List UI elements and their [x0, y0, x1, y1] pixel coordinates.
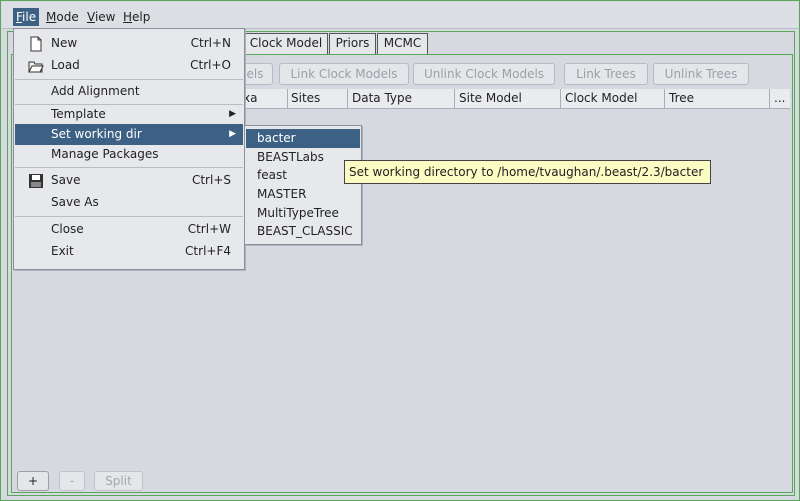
app-window: File Mode View Help Clock Model Priors M…: [0, 0, 800, 501]
file-menu: New Ctrl+N Load Ctrl+O Add Alignment Tem…: [13, 28, 245, 270]
column-header-sites[interactable]: Sites: [287, 89, 348, 109]
tab-mcmc[interactable]: MCMC: [377, 33, 428, 54]
menu-item-save[interactable]: Save Ctrl+S: [15, 170, 243, 191]
menu-mode[interactable]: Mode: [43, 8, 82, 26]
submenu-item-beast-classic[interactable]: BEAST_CLASSIC: [246, 222, 360, 241]
menubar: File Mode View Help: [2, 2, 798, 29]
unlink-trees-button[interactable]: Unlink Trees: [653, 63, 749, 85]
menu-file[interactable]: File: [13, 8, 40, 26]
menu-item-load[interactable]: Load Ctrl+O: [15, 55, 243, 76]
submenu-item-beastlabs[interactable]: BEASTLabs: [246, 148, 360, 167]
menu-separator: [15, 167, 243, 168]
submenu-item-master[interactable]: MASTER: [246, 185, 360, 204]
menu-item-template[interactable]: Template ▶: [15, 104, 243, 125]
menu-view[interactable]: View: [84, 8, 118, 26]
unlink-clock-models-button[interactable]: Unlink Clock Models: [413, 63, 555, 85]
menu-separator: [15, 79, 243, 80]
menu-item-set-working-dir[interactable]: Set working dir ▶: [15, 124, 243, 145]
tab-clock-model[interactable]: Clock Model: [244, 33, 328, 54]
menu-item-add-alignment[interactable]: Add Alignment: [15, 81, 243, 102]
submenu-arrow-icon: ▶: [229, 129, 236, 139]
submenu-item-multitypetree[interactable]: MultiTypeTree: [246, 204, 360, 223]
working-dir-submenu: bacter BEASTLabs feast MASTER MultiTypeT…: [244, 125, 362, 245]
menu-separator: [15, 216, 243, 217]
menu-item-manage-packages[interactable]: Manage Packages: [15, 144, 243, 165]
add-button[interactable]: +: [17, 471, 49, 491]
column-header-data-type[interactable]: Data Type: [348, 89, 455, 109]
column-header-clock-model[interactable]: Clock Model: [561, 89, 665, 109]
column-header-site-model[interactable]: Site Model: [455, 89, 561, 109]
tab-priors[interactable]: Priors: [329, 33, 376, 54]
submenu-item-feast[interactable]: feast: [246, 166, 360, 185]
menu-help[interactable]: Help: [120, 8, 153, 26]
link-clock-models-button[interactable]: Link Clock Models: [279, 63, 409, 85]
submenu-item-bacter[interactable]: bacter: [246, 129, 360, 148]
column-header-more[interactable]: ...: [770, 89, 790, 109]
column-header-taxa[interactable]: xa: [239, 89, 288, 109]
column-header-tree[interactable]: Tree: [665, 89, 770, 109]
menu-item-new[interactable]: New Ctrl+N: [15, 33, 243, 54]
menu-item-save-as[interactable]: Save As: [15, 192, 243, 213]
save-disk-icon: [28, 173, 44, 189]
tooltip: Set working directory to /home/tvaughan/…: [344, 160, 711, 184]
link-trees-button[interactable]: Link Trees: [564, 63, 648, 85]
menu-item-exit[interactable]: Exit Ctrl+F4: [15, 241, 243, 262]
new-file-icon: [28, 36, 44, 52]
menu-item-close[interactable]: Close Ctrl+W: [15, 219, 243, 240]
split-button[interactable]: Split: [94, 471, 143, 491]
open-folder-icon: [28, 58, 44, 74]
submenu-arrow-icon: ▶: [229, 109, 236, 119]
remove-button[interactable]: -: [59, 471, 85, 491]
